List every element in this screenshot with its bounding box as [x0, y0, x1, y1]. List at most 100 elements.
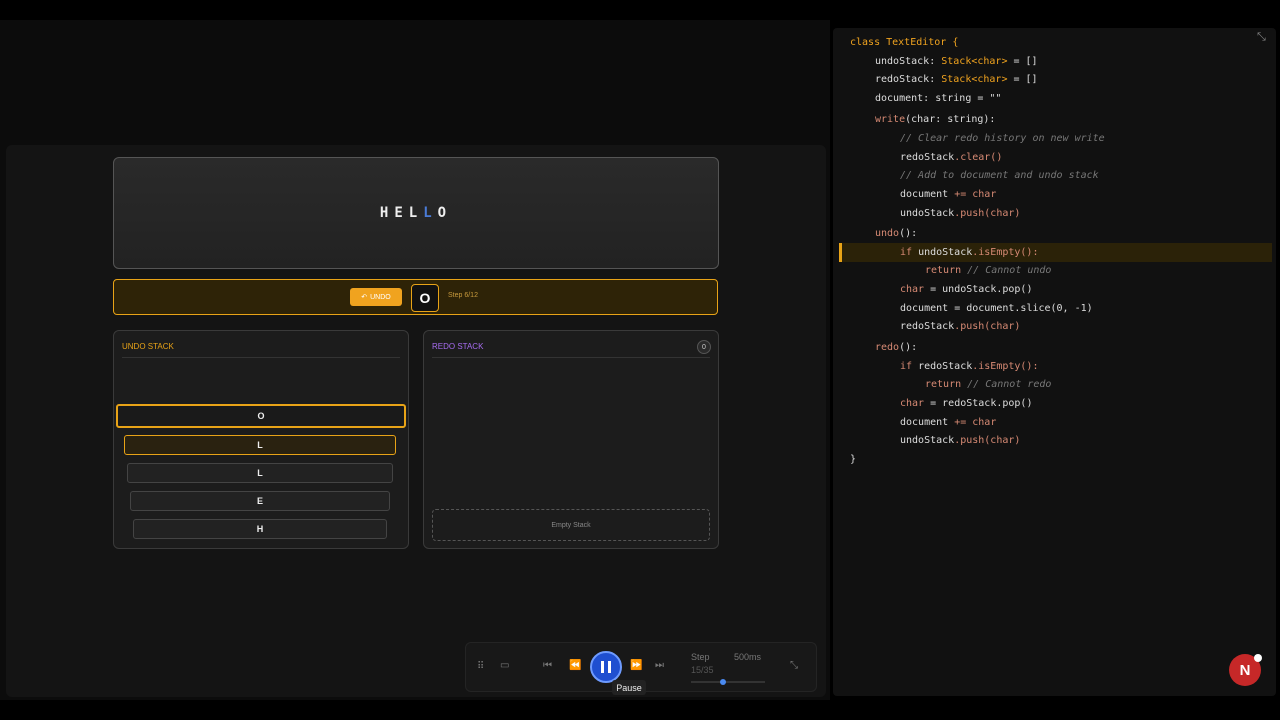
- code-text: .isEmpty():: [972, 361, 1039, 372]
- step-back-icon[interactable]: ⏪: [569, 660, 581, 671]
- code-text: undoStack: [900, 435, 955, 446]
- code-text: char: [900, 284, 925, 295]
- action-bar: ↶ UNDO O Step 6/12: [113, 279, 718, 315]
- code-text: += char: [948, 189, 997, 200]
- speed-slider-thumb[interactable]: [719, 679, 726, 685]
- code-text: redo: [875, 342, 900, 353]
- code-line: undoStack: Stack<char> = []: [875, 56, 1038, 67]
- code-text: redoStack: [900, 152, 955, 163]
- code-text: undoStack: [918, 247, 973, 258]
- pause-tooltip: Pause: [612, 680, 646, 695]
- code-text: char: [900, 398, 925, 409]
- code-line: undo():: [875, 228, 917, 239]
- code-text: = redoStack.pop(): [924, 398, 1033, 409]
- code-text: // Cannot undo: [967, 265, 1052, 276]
- drag-handle-icon[interactable]: ⠿: [477, 661, 484, 672]
- code-line: if undoStack.isEmpty():: [900, 247, 1038, 258]
- code-text: .push(char): [954, 208, 1021, 219]
- code-text: // Cannot redo: [967, 379, 1052, 390]
- code-text: .push(char): [954, 321, 1021, 332]
- code-text: undoStack: [900, 208, 955, 219]
- minimize-icon[interactable]: ⤡: [1257, 31, 1266, 44]
- code-text: write: [875, 114, 906, 125]
- code-text: document: [900, 303, 949, 314]
- undo-button[interactable]: ↶ UNDO: [350, 288, 402, 306]
- divider: [122, 357, 400, 358]
- undo-stack-item: H: [133, 519, 387, 539]
- code-text: ():: [899, 228, 918, 239]
- undo-stack-item: L: [127, 463, 393, 483]
- undo-arrow-icon: ↶: [361, 294, 368, 301]
- code-text: if: [900, 247, 919, 258]
- code-text: Stack<char>: [941, 56, 1008, 67]
- undo-stack-item: E: [130, 491, 390, 511]
- step-counter-label: Step: [691, 652, 710, 662]
- current-char-box: O: [411, 284, 439, 312]
- undo-stack-item: L: [124, 435, 396, 455]
- code-line: write(char: string):: [875, 114, 995, 125]
- empty-stack-placeholder: Empty Stack: [432, 509, 710, 541]
- skip-to-start-icon[interactable]: ⏮: [543, 660, 552, 671]
- redo-stack-title: REDO STACK: [432, 342, 484, 351]
- code-line: char = undoStack.pop(): [900, 284, 1032, 295]
- code-text: .clear(): [954, 152, 1003, 163]
- skip-to-end-icon[interactable]: ⏭: [655, 660, 664, 671]
- code-line: undoStack.push(char): [900, 208, 1020, 219]
- undo-button-label: UNDO: [370, 293, 391, 301]
- code-line: if redoStack.isEmpty():: [900, 361, 1038, 372]
- code-line: }: [850, 454, 857, 465]
- code-line: document = document.slice(0, -1): [900, 303, 1093, 314]
- code-text: undo: [875, 228, 900, 239]
- code-text: redoStack: [900, 321, 955, 332]
- code-text: return: [925, 379, 968, 390]
- code-text: redoStack: [918, 361, 973, 372]
- code-line: redoStack: Stack<char> = []: [875, 74, 1038, 85]
- code-line: undoStack.push(char): [900, 435, 1020, 446]
- divider: [432, 357, 710, 358]
- redo-stack-panel: REDO STACK 0 Empty Stack: [423, 330, 719, 549]
- step-forward-icon[interactable]: ⏩: [630, 660, 642, 671]
- code-text: = undoStack.pop(): [924, 284, 1033, 295]
- code-line: document: string = "": [875, 93, 1001, 104]
- code-line: char = redoStack.pop(): [900, 398, 1032, 409]
- code-line: // Clear redo history on new write: [900, 133, 1105, 144]
- code-text: (char: string):: [905, 114, 996, 125]
- collapse-icon[interactable]: ⤡: [790, 660, 798, 671]
- code-text: ():: [899, 342, 918, 353]
- code-text: .push(char): [954, 435, 1021, 446]
- code-line: class TextEditor {: [850, 37, 958, 48]
- code-text: = []: [1007, 74, 1038, 85]
- code-line: return // Cannot undo: [925, 265, 1051, 276]
- code-text: undoStack: [875, 56, 930, 67]
- step-counter-value: 15/35: [691, 665, 714, 675]
- pause-button[interactable]: [590, 651, 622, 683]
- panel-toggle-icon[interactable]: ▭: [500, 660, 509, 671]
- step-label: Step 6/12: [448, 292, 478, 299]
- code-text: document: [875, 93, 924, 104]
- undo-stack-item: O: [116, 404, 406, 428]
- speed-slider-track[interactable]: [691, 681, 765, 683]
- code-text: class TextEditor {: [850, 37, 959, 48]
- code-text: return: [925, 265, 968, 276]
- redo-count-badge: 0: [697, 340, 711, 354]
- code-text: Stack<char>: [941, 74, 1008, 85]
- undo-stack-panel: UNDO STACK O L L E H: [113, 330, 409, 549]
- document-text-highlight: L: [423, 205, 438, 221]
- code-text: = []: [1007, 56, 1038, 67]
- notification-dot: [1254, 654, 1262, 662]
- code-text: if: [900, 361, 919, 372]
- code-text: = document.slice(0, -1): [948, 303, 1093, 314]
- speed-label: 500ms: [734, 652, 762, 662]
- code-text: : string = "": [923, 93, 1002, 104]
- document-text-before: HEL: [379, 205, 424, 221]
- pause-icon-bar: [608, 661, 611, 673]
- code-line: redoStack.clear(): [900, 152, 1002, 163]
- document-text-after: O: [437, 205, 453, 221]
- code-line: redo():: [875, 342, 917, 353]
- code-line: // Add to document and undo stack: [900, 170, 1099, 181]
- document-display: HELLO: [113, 157, 719, 269]
- code-line: return // Cannot redo: [925, 379, 1051, 390]
- document-text: HELLO: [114, 205, 718, 221]
- code-text: redoStack: [875, 74, 930, 85]
- code-text: document: [900, 189, 949, 200]
